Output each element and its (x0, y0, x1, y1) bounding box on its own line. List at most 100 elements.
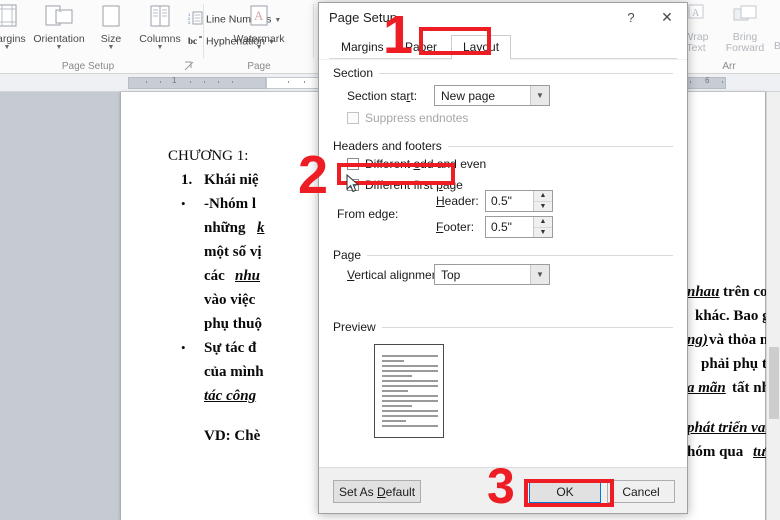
size-icon (88, 4, 134, 33)
annotation-marker-1: 1 (383, 8, 413, 62)
dialog-title-bar[interactable]: Page Setup ? ✕ (319, 3, 687, 33)
ribbon-group-separator (313, 4, 314, 58)
checkbox-box (347, 158, 359, 170)
vertical-scrollbar[interactable] (766, 92, 780, 520)
ribbon-button-bring-forward-label2: Forward (716, 43, 774, 54)
suppress-endnotes-label: Suppress endnotes (365, 111, 468, 125)
ribbon-button-watermark[interactable]: A Watermark ▼ (224, 2, 294, 56)
document-line: VD: Chè (204, 428, 260, 445)
ribbon-button-size[interactable]: Size ▼ (88, 2, 134, 56)
document-line: và thỏa m (709, 332, 772, 349)
header-label: Header: (436, 194, 479, 208)
ribbon-group-arrange-label: Arr (678, 61, 780, 72)
document-line: • (181, 340, 186, 356)
document-line: phụ thuộ (204, 316, 262, 333)
chevron-down-icon[interactable]: ▼ (30, 44, 88, 51)
ribbon-button-bring-forward[interactable]: Bring Forward (716, 2, 774, 56)
section-start-value: New page (435, 89, 530, 103)
document-line: những (204, 220, 246, 237)
ribbon-group-page-setup-label: Page Setup (0, 61, 204, 72)
spinner-buttons[interactable]: ▲▼ (533, 217, 552, 237)
svg-text:3: 3 (188, 20, 191, 25)
different-odd-even-checkbox[interactable]: Different odd and even (347, 157, 486, 171)
dialog-body: Section Section start: New page ▼ Suppre… (319, 60, 687, 467)
document-line: k (257, 220, 265, 237)
document-line: CHƯƠNG 1: (168, 148, 248, 165)
preview-group: Preview (333, 320, 673, 334)
ribbon-group-arrange: A Wrap Text Bring Forward Ba Arr (678, 0, 780, 74)
document-line: một số vị (204, 244, 262, 261)
dialog-tabstrip: Margins Paper Layout (319, 33, 687, 59)
ribbon-group-page-background: A Watermark ▼ Page (204, 0, 314, 74)
document-line: tất nh (732, 380, 770, 397)
help-icon[interactable]: ? (615, 3, 647, 32)
checkbox-box (347, 112, 359, 124)
bring-forward-icon (716, 4, 774, 31)
svg-text:bc: bc (188, 36, 197, 46)
different-odd-even-label: Different odd and even (365, 157, 486, 171)
close-icon[interactable]: ✕ (651, 3, 683, 32)
orientation-icon (30, 4, 88, 33)
spinner-down-icon[interactable]: ▼ (534, 202, 552, 212)
section-start-combo[interactable]: New page ▼ (434, 85, 550, 106)
document-line: -Nhóm l (204, 196, 256, 213)
header-spinner[interactable]: 0.5" ▲▼ (485, 190, 553, 212)
page-group-heading: Page (333, 248, 673, 262)
spinner-up-icon[interactable]: ▲ (534, 217, 552, 228)
scrollbar-thumb[interactable] (769, 347, 779, 419)
document-line: phát triển vai (687, 420, 770, 437)
spinner-down-icon[interactable]: ▼ (534, 228, 552, 238)
different-first-page-checkbox[interactable]: Different first page (347, 178, 463, 192)
set-as-default-button[interactable]: Set As Default (333, 480, 421, 503)
chevron-down-icon[interactable]: ▼ (530, 265, 549, 284)
document-line: vào việc (204, 292, 255, 309)
vertical-alignment-label: Vertical alignment: (347, 268, 445, 282)
ruler-tick-label: 6 (705, 76, 709, 85)
section-start-label: Section start: (347, 89, 417, 103)
vertical-alignment-combo[interactable]: Top ▼ (434, 264, 550, 285)
page-setup-dialog-launcher[interactable] (184, 61, 194, 71)
cancel-button[interactable]: Cancel (607, 480, 675, 503)
document-line: của mình (204, 364, 264, 381)
document-line: nhu (235, 268, 260, 285)
document-line: 1. (181, 172, 192, 189)
annotation-marker-2: 2 (298, 148, 328, 202)
ruler-tick-label: 1 (172, 76, 176, 85)
ok-button[interactable]: OK (529, 480, 601, 503)
hyphenation-icon: bc (188, 33, 203, 50)
watermark-icon: A (224, 4, 294, 33)
page-setup-dialog: Page Setup ? ✕ Margins Paper Layout Sect… (318, 2, 688, 514)
document-line: hóm qua (687, 444, 743, 461)
suppress-endnotes-checkbox[interactable]: Suppress endnotes (347, 111, 468, 125)
page-group: Page (333, 248, 673, 262)
ribbon-button-send-backward-label[interactable]: Ba (774, 40, 780, 52)
ruler-margin-left (128, 77, 266, 89)
ok-button-label: OK (556, 485, 573, 499)
document-line: phải phụ th (701, 356, 775, 373)
headers-footers-group: Headers and footers (333, 139, 673, 153)
from-edge-label: From edge: (337, 207, 398, 221)
chevron-down-icon[interactable]: ▼ (132, 44, 188, 51)
chevron-down-icon[interactable]: ▼ (224, 44, 294, 51)
tab-layout[interactable]: Layout (451, 35, 511, 59)
svg-text:A: A (254, 8, 264, 23)
ribbon-button-orientation[interactable]: Orientation ▼ (30, 2, 88, 56)
document-line: khác. Bao g (695, 308, 770, 325)
ribbon-button-columns[interactable]: Columns ▼ (132, 2, 188, 56)
spinner-buttons[interactable]: ▲▼ (533, 191, 552, 211)
footer-spinner[interactable]: 0.5" ▲▼ (485, 216, 553, 238)
chevron-down-icon[interactable]: ▼ (530, 86, 549, 105)
section-group: Section (333, 66, 673, 80)
spinner-up-icon[interactable]: ▲ (534, 191, 552, 202)
footer-value: 0.5" (486, 220, 533, 234)
document-line: các (204, 268, 225, 285)
preview-group-heading: Preview (333, 320, 673, 334)
cancel-button-label: Cancel (622, 485, 659, 499)
document-line: Sự tác đ (204, 340, 256, 357)
document-line: • (181, 196, 186, 212)
columns-icon (132, 4, 188, 33)
headers-footers-group-heading: Headers and footers (333, 139, 673, 153)
document-line: tác công (204, 388, 256, 405)
section-group-heading: Section (333, 66, 673, 80)
chevron-down-icon[interactable]: ▼ (88, 44, 134, 51)
